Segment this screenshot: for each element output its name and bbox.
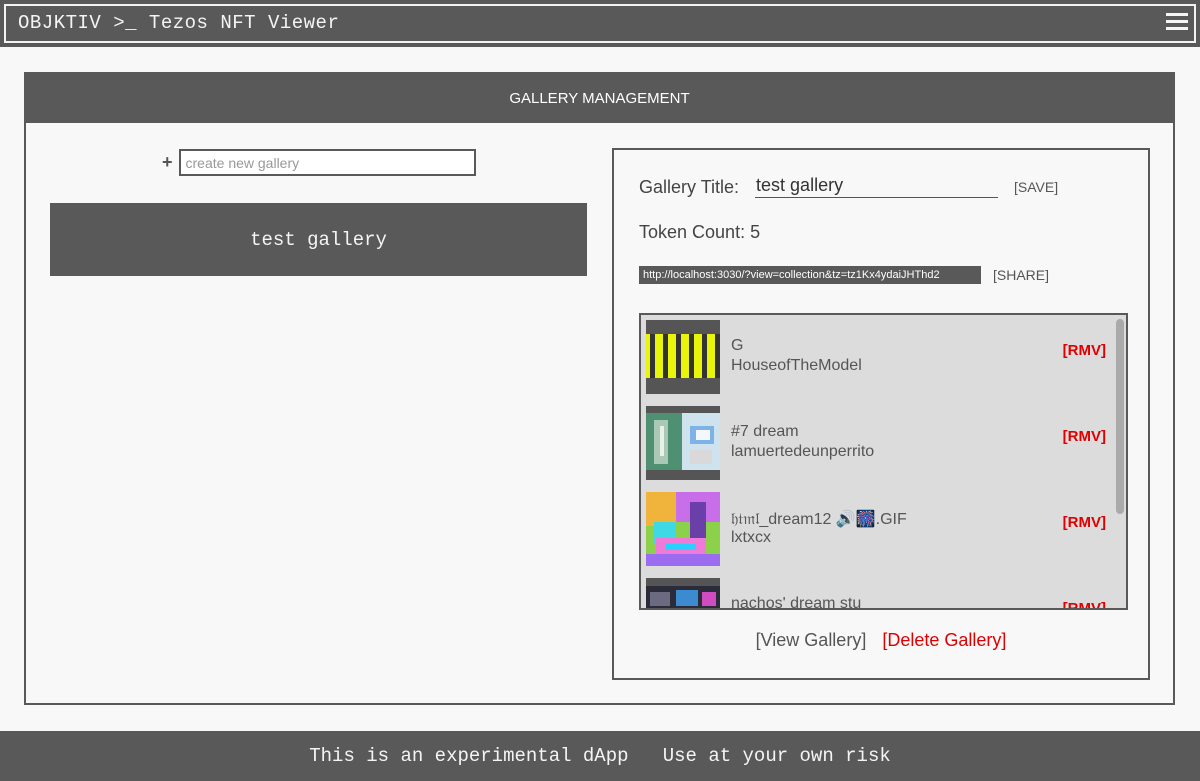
token-row: G HouseofTheModel [RMV] [641, 315, 1113, 401]
new-gallery-form: + [162, 149, 476, 176]
token-thumbnail [646, 492, 720, 566]
footer-disclaimer: This is an experimental dApp Use at your… [0, 731, 1200, 781]
new-gallery-input[interactable] [178, 149, 476, 176]
share-row: http://localhost:3030/?view=collection&t… [639, 266, 1049, 284]
delete-gallery-link[interactable]: [Delete Gallery] [882, 630, 1006, 651]
gallery-detail: Gallery Title: [SAVE] Token Count: 5 htt… [612, 148, 1150, 680]
token-thumbnail [646, 406, 720, 480]
share-button[interactable]: [SHARE] [993, 267, 1049, 283]
remove-token-button[interactable]: [RMV] [1063, 514, 1106, 531]
app-header: OBJKTIV >_ Tezos NFT Viewer [0, 0, 1200, 47]
token-list-scrollbar[interactable] [1116, 319, 1124, 514]
token-title: nachos' dream stu [731, 595, 862, 610]
token-count: Token Count: 5 [639, 222, 760, 243]
remove-token-button[interactable]: [RMV] [1063, 600, 1106, 608]
app-header-frame: OBJKTIV >_ Tezos NFT Viewer [4, 4, 1196, 43]
gallery-list-item[interactable]: test gallery [50, 203, 587, 276]
token-row: #7 dream lamuertedeunperrito [RMV] [641, 401, 1113, 487]
remove-token-button[interactable]: [RMV] [1063, 342, 1106, 359]
token-list[interactable]: G HouseofTheModel [RMV] #7 dream lamuert… [639, 313, 1128, 610]
hamburger-menu-icon[interactable] [1166, 13, 1188, 31]
token-row: nachos' dream stu [RMV] [641, 573, 1113, 610]
token-title: G [731, 337, 744, 354]
token-thumbnail [646, 320, 720, 394]
gallery-title-row: Gallery Title: [SAVE] [639, 174, 1058, 198]
token-title: #7 dream [731, 423, 799, 440]
token-row: 𝔥𝔱𝔪𝔩_dream12 🔊🎆.GIF lxtxcx [RMV] [641, 487, 1113, 573]
panel-heading: GALLERY MANAGEMENT [26, 74, 1173, 123]
token-count-label: Token Count: [639, 222, 746, 242]
token-title: 𝔥𝔱𝔪𝔩_dream12 🔊🎆.GIF [731, 511, 907, 528]
save-button[interactable]: [SAVE] [1014, 179, 1058, 198]
gallery-title-input[interactable] [755, 174, 999, 198]
token-artist: lxtxcx [731, 529, 771, 546]
gallery-title-label: Gallery Title: [639, 177, 740, 197]
remove-token-button[interactable]: [RMV] [1063, 428, 1106, 445]
token-artist: HouseofTheModel [731, 357, 862, 374]
token-artist: lamuertedeunperrito [731, 443, 875, 460]
share-url-field[interactable]: http://localhost:3030/?view=collection&t… [639, 266, 981, 284]
plus-icon[interactable]: + [162, 152, 173, 173]
gallery-management-panel: GALLERY MANAGEMENT + test gallery Galler… [24, 72, 1175, 705]
token-thumbnail [646, 578, 720, 608]
app-title: OBJKTIV >_ Tezos NFT Viewer [18, 12, 340, 34]
gallery-actions: [View Gallery] [Delete Gallery] [614, 630, 1148, 651]
view-gallery-link[interactable]: [View Gallery] [756, 630, 867, 651]
token-count-value: 5 [750, 222, 761, 242]
